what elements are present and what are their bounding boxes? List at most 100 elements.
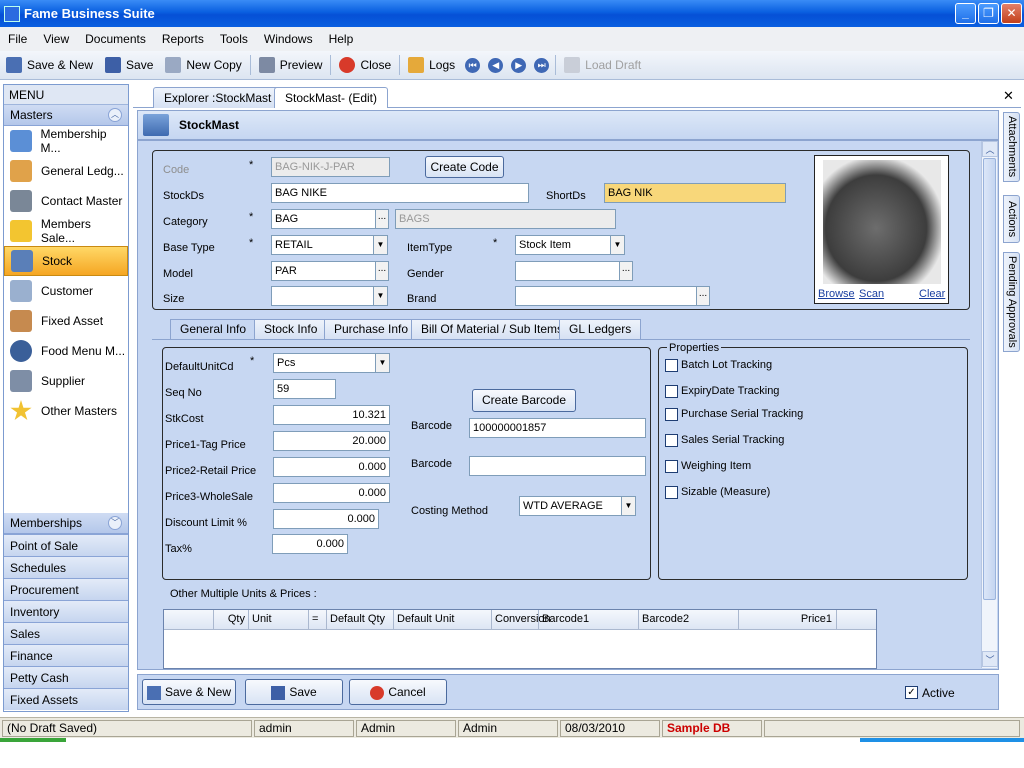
menu-view[interactable]: View	[43, 32, 69, 46]
toolbar-logs-button[interactable]: Logs	[408, 57, 455, 73]
toolbar-save-new-button[interactable]: Save & New	[6, 57, 93, 73]
scroll-thumb[interactable]	[983, 158, 996, 600]
col-equals[interactable]: =	[309, 610, 327, 629]
dropdown-arrow-icon[interactable]: ▼	[373, 287, 387, 305]
tax-field[interactable]: 0.000	[272, 534, 348, 554]
tab-general-info[interactable]: General Info	[170, 319, 257, 339]
sidebar-item-food-menu[interactable]: Food Menu M...	[4, 336, 128, 366]
toolbar-save-button[interactable]: Save	[105, 57, 153, 73]
weighing-item-checkbox[interactable]	[665, 460, 678, 473]
sidebar-item-membership[interactable]: Membership M...	[4, 126, 128, 156]
barcode2-field[interactable]	[469, 456, 646, 476]
expand-icon[interactable]: ﹀	[108, 516, 122, 530]
nav-point-of-sale[interactable]: Point of Sale	[4, 534, 128, 556]
save-button[interactable]: Save	[245, 679, 343, 705]
restore-button[interactable]: ❐	[978, 3, 999, 24]
save-new-button[interactable]: Save & New	[142, 679, 236, 705]
nav-inventory[interactable]: Inventory	[4, 600, 128, 622]
model-field[interactable]: PAR	[271, 261, 377, 281]
shortds-field[interactable]: BAG NIK	[604, 183, 786, 203]
col-default-qty[interactable]: Default Qty	[327, 610, 394, 629]
clear-link[interactable]: Clear	[919, 288, 945, 300]
sidebar-item-fixed-asset[interactable]: Fixed Asset	[4, 306, 128, 336]
sizable-checkbox[interactable]	[665, 486, 678, 499]
menu-tools[interactable]: Tools	[220, 32, 248, 46]
toolbar-preview-button[interactable]: Preview	[258, 57, 322, 73]
sales-serial-checkbox[interactable]	[665, 434, 678, 447]
costing-method-select[interactable]: WTD AVERAGE ▼	[519, 496, 636, 516]
sidebar-item-contact-master[interactable]: Contact Master	[4, 186, 128, 216]
tab-bill-of-material[interactable]: Bill Of Material / Sub Items	[411, 319, 574, 339]
sidebar-item-general-ledger[interactable]: General Ledg...	[4, 156, 128, 186]
gender-lookup-button[interactable]: ...	[619, 261, 633, 281]
col-unit[interactable]: Unit	[249, 610, 309, 629]
sidebar-item-supplier[interactable]: Supplier	[4, 366, 128, 396]
scan-link[interactable]: Scan	[859, 288, 884, 300]
masters-group[interactable]: Masters ︿	[4, 105, 128, 126]
sidebar-item-members-sale[interactable]: Members Sale...	[4, 216, 128, 246]
menu-file[interactable]: File	[8, 32, 27, 46]
tab-gl-ledgers[interactable]: GL Ledgers	[559, 319, 642, 339]
seq-no-field[interactable]: 59	[273, 379, 336, 399]
prev-record-icon[interactable]: ◀	[488, 57, 504, 73]
last-record-icon[interactable]: ⏭	[534, 57, 550, 73]
tab-stock-info[interactable]: Stock Info	[254, 319, 328, 339]
nav-procurement[interactable]: Procurement	[4, 578, 128, 600]
stk-cost-field[interactable]: 10.321	[273, 405, 390, 425]
first-record-icon[interactable]: ⏮	[465, 57, 481, 73]
menu-documents[interactable]: Documents	[85, 32, 146, 46]
pending-approvals-tab[interactable]: Pending Approvals	[1003, 252, 1020, 352]
memberships-group[interactable]: Memberships ﹀	[4, 513, 128, 534]
item-type-select[interactable]: Stock Item ▼	[515, 235, 625, 255]
nav-finance[interactable]: Finance	[4, 644, 128, 666]
code-field[interactable]: BAG-NIK-J-PAR	[271, 157, 390, 177]
sidebar-item-other-masters[interactable]: Other Masters	[4, 396, 128, 426]
menu-reports[interactable]: Reports	[162, 32, 204, 46]
stockds-field[interactable]: BAG NIKE	[271, 183, 529, 203]
sidebar-item-customer[interactable]: Customer	[4, 276, 128, 306]
brand-field[interactable]	[515, 286, 698, 306]
model-lookup-button[interactable]: ...	[375, 261, 389, 281]
col-default-unit[interactable]: Default Unit	[394, 610, 492, 629]
base-type-select[interactable]: RETAIL ▼	[271, 235, 388, 255]
cancel-button[interactable]: Cancel	[349, 679, 447, 705]
actions-tab[interactable]: Actions	[1003, 195, 1020, 243]
menu-help[interactable]: Help	[329, 32, 354, 46]
minimize-button[interactable]: _	[955, 3, 976, 24]
col-conversion[interactable]: Conversion	[492, 610, 551, 629]
close-tab-icon[interactable]: ✕	[1003, 88, 1014, 104]
expiry-date-checkbox[interactable]	[665, 385, 678, 398]
category-lookup-button[interactable]: ...	[375, 209, 389, 229]
dropdown-arrow-icon[interactable]: ▼	[373, 236, 387, 254]
create-barcode-button[interactable]: Create Barcode	[472, 389, 576, 412]
toolbar-new-copy-button[interactable]: New Copy	[165, 57, 242, 73]
category-field[interactable]: BAG	[271, 209, 377, 229]
browse-link[interactable]: Browse	[818, 288, 855, 300]
tab-explorer[interactable]: Explorer :StockMast	[153, 87, 283, 108]
attachments-tab[interactable]: Attachments	[1003, 112, 1020, 182]
form-scrollbar[interactable]: ︿ ﹀	[981, 141, 998, 668]
toolbar-close-button[interactable]: Close	[339, 57, 391, 73]
nav-schedules[interactable]: Schedules	[4, 556, 128, 578]
purchase-serial-checkbox[interactable]	[665, 408, 678, 421]
dropdown-arrow-icon[interactable]: ▼	[621, 497, 635, 515]
close-window-button[interactable]: ✕	[1001, 3, 1022, 24]
collapse-icon[interactable]: ︿	[108, 108, 122, 122]
discount-limit-field[interactable]: 0.000	[273, 509, 379, 529]
scroll-down-icon[interactable]: ﹀	[982, 651, 998, 667]
gender-field[interactable]	[515, 261, 621, 281]
scroll-up-icon[interactable]: ︿	[982, 141, 998, 157]
brand-lookup-button[interactable]: ...	[696, 286, 710, 306]
tab-stockmast-edit[interactable]: StockMast- (Edit)	[274, 87, 389, 108]
nav-sales[interactable]: Sales	[4, 622, 128, 644]
tab-purchase-info[interactable]: Purchase Info	[324, 319, 419, 339]
price1-field[interactable]: 20.000	[273, 431, 390, 451]
dropdown-arrow-icon[interactable]: ▼	[610, 236, 624, 254]
default-unit-select[interactable]: Pcs ▼	[273, 353, 390, 373]
batch-lot-checkbox[interactable]	[665, 359, 678, 372]
sidebar-item-stock[interactable]: Stock	[4, 246, 128, 276]
col-barcode1[interactable]: Barcode1	[539, 610, 639, 629]
col-qty[interactable]: Qty	[214, 610, 249, 629]
active-checkbox[interactable]: ✓	[905, 686, 918, 699]
menu-windows[interactable]: Windows	[264, 32, 313, 46]
